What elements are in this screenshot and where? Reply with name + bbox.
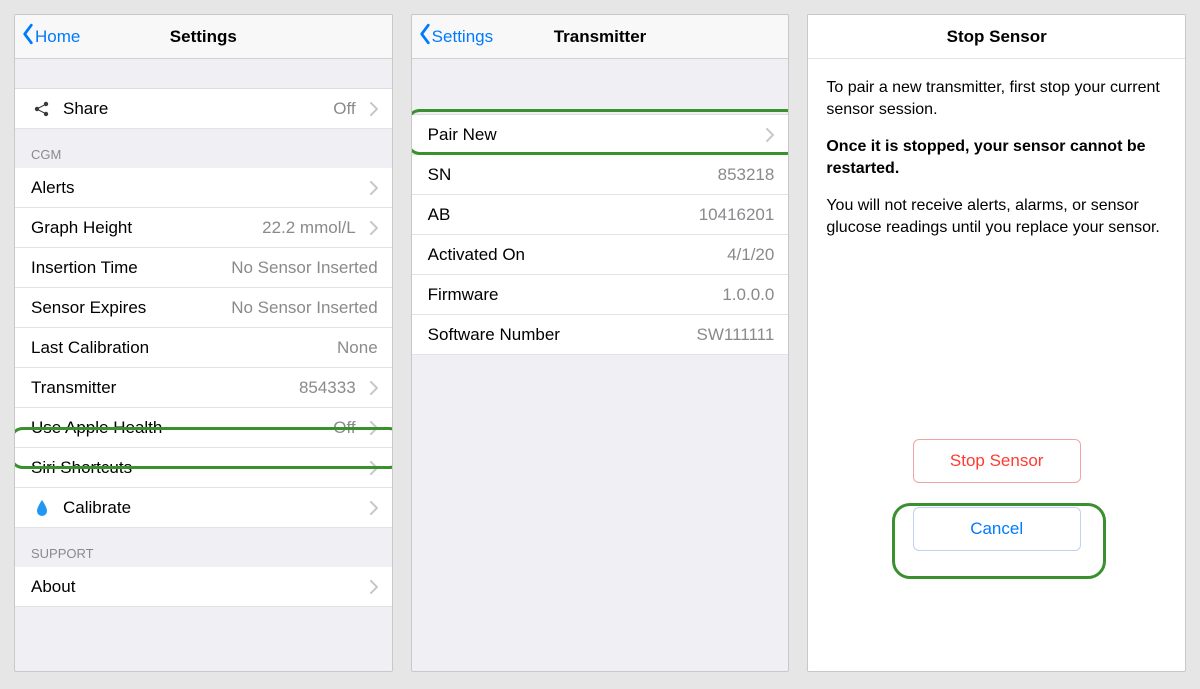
ab-row: AB 10416201 (412, 195, 789, 235)
pair-new-label: Pair New (428, 125, 497, 145)
chevron-right-icon (370, 221, 378, 235)
activated-row: Activated On 4/1/20 (412, 235, 789, 275)
insertion-time-label: Insertion Time (31, 258, 138, 278)
sn-value: 853218 (451, 165, 774, 185)
stop-sensor-screen: Stop Sensor To pair a new transmitter, f… (807, 14, 1186, 672)
about-row[interactable]: About (15, 567, 392, 607)
pair-new-row[interactable]: Pair New (412, 115, 789, 155)
ab-value: 10416201 (450, 205, 774, 225)
sensor-expires-label: Sensor Expires (31, 298, 146, 318)
back-label: Settings (432, 27, 493, 47)
navbar: Settings Transmitter (412, 15, 789, 59)
alerts-label: Alerts (31, 178, 74, 198)
about-label: About (31, 577, 75, 597)
page-title: Stop Sensor (808, 27, 1185, 47)
chevron-right-icon (370, 501, 378, 515)
apple-health-value: Off (162, 418, 361, 438)
sn-label: SN (428, 165, 452, 185)
graph-height-row[interactable]: Graph Height 22.2 mmol/L (15, 208, 392, 248)
transmitter-screen: Settings Transmitter Pair New SN 853218 … (411, 14, 790, 672)
chevron-left-icon (418, 23, 432, 50)
section-header-cgm: CGM (15, 129, 392, 168)
chevron-right-icon (766, 128, 774, 142)
sn-row: SN 853218 (412, 155, 789, 195)
activated-label: Activated On (428, 245, 525, 265)
siri-label: Siri Shortcuts (31, 458, 132, 478)
paragraph-1: To pair a new transmitter, first stop yo… (826, 77, 1167, 120)
transmitter-value: 854333 (116, 378, 361, 398)
share-row[interactable]: Share Off (15, 89, 392, 129)
body-text: To pair a new transmitter, first stop yo… (808, 59, 1185, 239)
chevron-right-icon (370, 102, 378, 116)
alerts-row[interactable]: Alerts (15, 168, 392, 208)
share-icon (31, 100, 53, 118)
firmware-row: Firmware 1.0.0.0 (412, 275, 789, 315)
ab-label: AB (428, 205, 451, 225)
cancel-button[interactable]: Cancel (913, 507, 1081, 551)
last-calibration-row: Last Calibration None (15, 328, 392, 368)
back-button[interactable]: Settings (412, 23, 493, 50)
graph-height-label: Graph Height (31, 218, 132, 238)
back-label: Home (35, 27, 80, 47)
firmware-label: Firmware (428, 285, 499, 305)
chevron-right-icon (370, 461, 378, 475)
spacer (412, 59, 789, 115)
chevron-right-icon (370, 181, 378, 195)
siri-row[interactable]: Siri Shortcuts (15, 448, 392, 488)
share-label: Share (63, 99, 108, 119)
software-label: Software Number (428, 325, 560, 345)
calibrate-label: Calibrate (63, 498, 131, 518)
sensor-expires-value: No Sensor Inserted (146, 298, 377, 318)
navbar: Home Settings (15, 15, 392, 59)
chevron-right-icon (370, 580, 378, 594)
share-value: Off (108, 99, 361, 119)
sensor-expires-row: Sensor Expires No Sensor Inserted (15, 288, 392, 328)
insertion-time-value: No Sensor Inserted (138, 258, 378, 278)
settings-screen: Home Settings Share Off CGM Alerts (14, 14, 393, 672)
spacer (15, 59, 392, 89)
firmware-value: 1.0.0.0 (499, 285, 775, 305)
software-value: SW111111 (560, 325, 774, 345)
software-row: Software Number SW111111 (412, 315, 789, 355)
drop-icon (31, 499, 53, 517)
chevron-right-icon (370, 421, 378, 435)
stop-sensor-button[interactable]: Stop Sensor (913, 439, 1081, 483)
paragraph-2: Once it is stopped, your sensor cannot b… (826, 136, 1167, 179)
activated-value: 4/1/20 (525, 245, 774, 265)
transmitter-label: Transmitter (31, 378, 116, 398)
graph-height-value: 22.2 mmol/L (132, 218, 362, 238)
transmitter-row[interactable]: Transmitter 854333 (15, 368, 392, 408)
apple-health-label: Use Apple Health (31, 418, 162, 438)
apple-health-row[interactable]: Use Apple Health Off (15, 408, 392, 448)
paragraph-3: You will not receive alerts, alarms, or … (826, 195, 1167, 238)
insertion-time-row: Insertion Time No Sensor Inserted (15, 248, 392, 288)
back-button[interactable]: Home (15, 23, 80, 50)
chevron-left-icon (21, 23, 35, 50)
chevron-right-icon (370, 381, 378, 395)
last-calibration-label: Last Calibration (31, 338, 149, 358)
calibrate-row[interactable]: Calibrate (15, 488, 392, 528)
last-calibration-value: None (149, 338, 378, 358)
section-header-support: SUPPORT (15, 528, 392, 567)
navbar: Stop Sensor (808, 15, 1185, 59)
